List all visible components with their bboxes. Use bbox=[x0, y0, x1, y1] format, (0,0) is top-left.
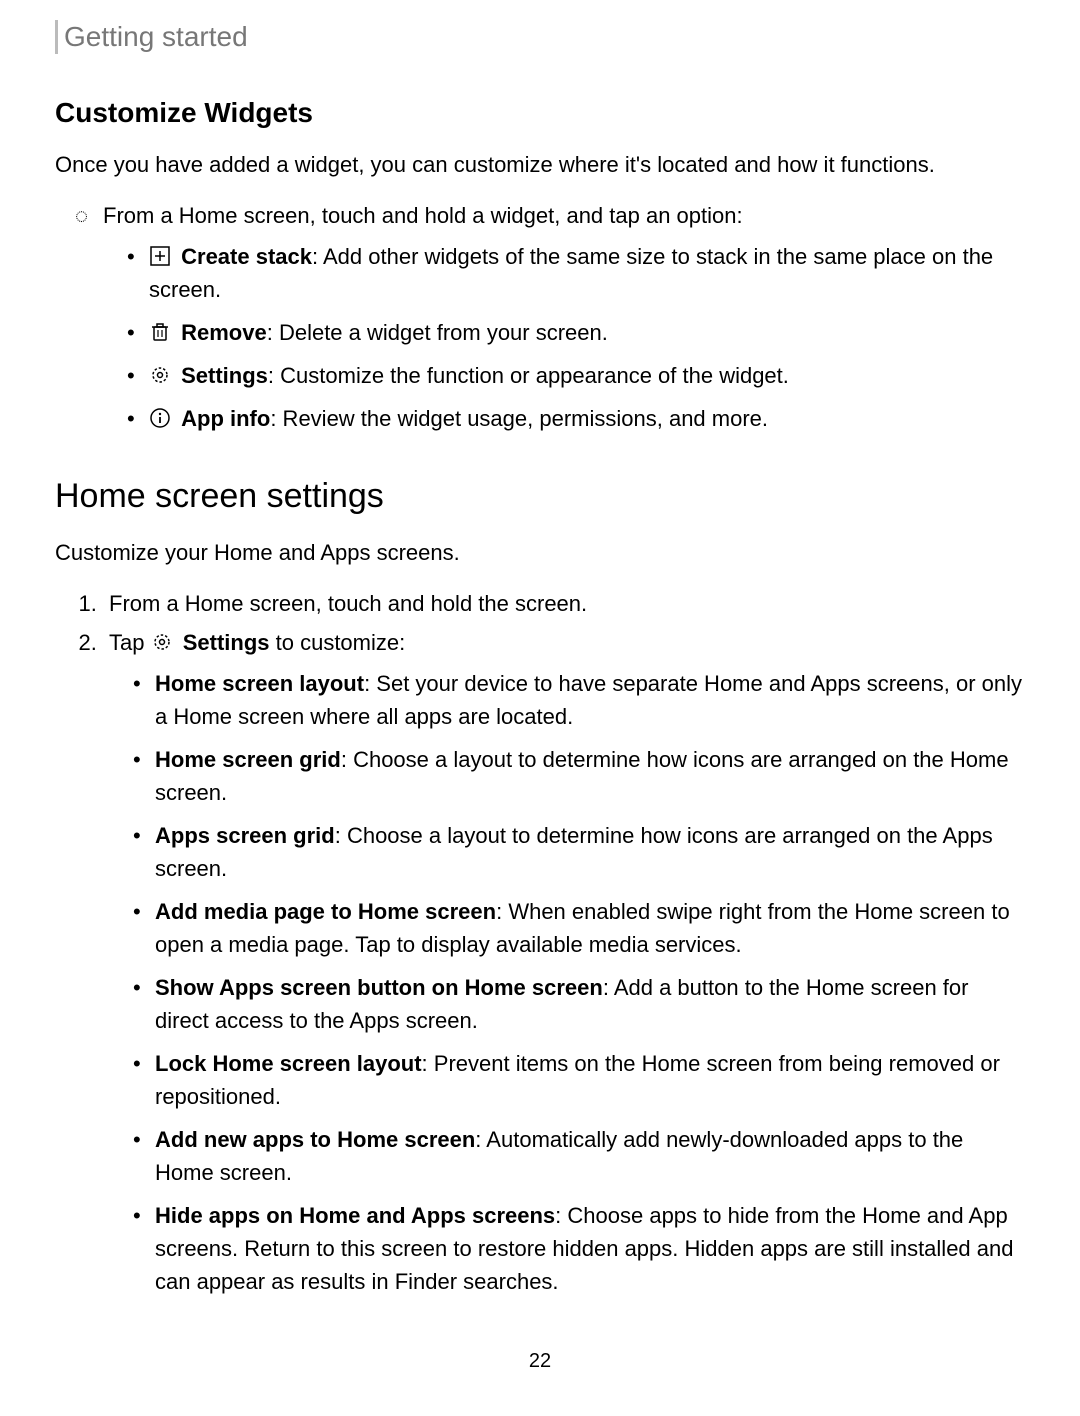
list-item: Apps screen grid: Choose a layout to det… bbox=[151, 819, 1025, 885]
list-item: Add new apps to Home screen: Automatical… bbox=[151, 1123, 1025, 1189]
home-screen-settings-heading: Home screen settings bbox=[55, 471, 1025, 522]
step2-pre: Tap bbox=[109, 630, 151, 655]
item-label: Home screen grid bbox=[155, 747, 341, 772]
list-item: Lock Home screen layout: Prevent items o… bbox=[151, 1047, 1025, 1113]
plus-box-icon bbox=[149, 245, 171, 267]
item-desc: : Customize the function or appearance o… bbox=[268, 363, 789, 388]
item-label: Add new apps to Home screen bbox=[155, 1127, 475, 1152]
item-label: Show Apps screen button on Home screen bbox=[155, 975, 603, 1000]
step2-label: Settings bbox=[183, 630, 270, 655]
list-item: Show Apps screen button on Home screen: … bbox=[151, 971, 1025, 1037]
step2-post: to customize: bbox=[270, 630, 406, 655]
item-desc: : Delete a widget from your screen. bbox=[267, 320, 608, 345]
item-label: Add media page to Home screen bbox=[155, 899, 496, 924]
item-label: Hide apps on Home and Apps screens bbox=[155, 1203, 555, 1228]
list-item: Hide apps on Home and Apps screens: Choo… bbox=[151, 1199, 1025, 1298]
section-header: Getting started bbox=[55, 20, 1025, 54]
gear-icon bbox=[151, 631, 173, 653]
widget-options-lead: From a Home screen, touch and hold a wid… bbox=[103, 199, 1025, 435]
list-item: Remove: Delete a widget from your screen… bbox=[145, 316, 1025, 349]
customize-widgets-heading: Customize Widgets bbox=[55, 92, 1025, 134]
gear-icon bbox=[149, 364, 171, 386]
item-label: Apps screen grid bbox=[155, 823, 335, 848]
item-label: Home screen layout bbox=[155, 671, 364, 696]
item-label: Remove bbox=[181, 320, 267, 345]
lead-text: From a Home screen, touch and hold a wid… bbox=[103, 203, 743, 228]
page-number: 22 bbox=[55, 1346, 1025, 1376]
item-desc: : Review the widget usage, permissions, … bbox=[270, 406, 768, 431]
item-label: App info bbox=[181, 406, 270, 431]
item-label: Settings bbox=[181, 363, 268, 388]
item-label: Lock Home screen layout bbox=[155, 1051, 422, 1076]
step-2: Tap Settings to customize: Home screen l… bbox=[103, 626, 1025, 1298]
list-item: Settings: Customize the function or appe… bbox=[145, 359, 1025, 392]
list-item: Home screen grid: Choose a layout to det… bbox=[151, 743, 1025, 809]
list-item: Add media page to Home screen: When enab… bbox=[151, 895, 1025, 961]
list-item: App info: Review the widget usage, permi… bbox=[145, 402, 1025, 435]
step-1: From a Home screen, touch and hold the s… bbox=[103, 587, 1025, 620]
info-icon bbox=[149, 407, 171, 429]
trash-icon bbox=[149, 321, 171, 343]
home-intro: Customize your Home and Apps screens. bbox=[55, 536, 1025, 569]
list-item: Home screen layout: Set your device to h… bbox=[151, 667, 1025, 733]
customize-intro: Once you have added a widget, you can cu… bbox=[55, 148, 1025, 181]
list-item: Create stack: Add other widgets of the s… bbox=[145, 240, 1025, 306]
item-label: Create stack bbox=[181, 244, 312, 269]
